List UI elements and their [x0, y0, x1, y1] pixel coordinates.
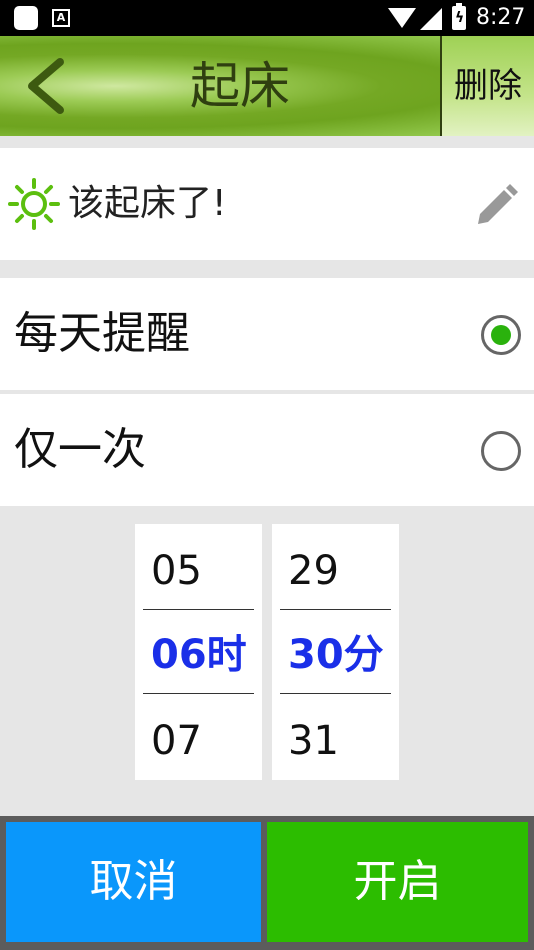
alarm-note-text: 该起床了!: [68, 183, 227, 224]
pencil-icon[interactable]: [474, 182, 520, 228]
delete-button[interactable]: 删除: [442, 36, 534, 136]
status-time: 8:27: [476, 5, 526, 30]
hour-next[interactable]: 07: [151, 716, 202, 766]
picker-divider: [280, 693, 391, 694]
battery-icon: ϟ: [452, 3, 466, 30]
minute-next[interactable]: 31: [288, 716, 339, 766]
wifi-icon: [388, 8, 416, 28]
a-icon: A: [52, 9, 70, 27]
repeat-option-label: 仅一次: [14, 424, 146, 475]
repeat-option-daily[interactable]: 每天提醒: [0, 278, 534, 390]
minute-prev[interactable]: 29: [288, 546, 339, 596]
chevron-left-icon: [28, 58, 64, 114]
back-button[interactable]: [10, 50, 80, 122]
repeat-option-label: 每天提醒: [14, 308, 190, 359]
hour-current[interactable]: 06时: [151, 630, 247, 680]
hour-prev[interactable]: 05: [151, 546, 202, 596]
app-notification-icon: [14, 6, 38, 30]
radio-button-daily[interactable]: [481, 315, 521, 355]
hour-picker[interactable]: 05 06时 07: [135, 524, 262, 780]
alarm-note-row[interactable]: 该起床了!: [0, 148, 534, 260]
enable-button[interactable]: 开启: [267, 822, 528, 942]
cancel-button[interactable]: 取消: [6, 822, 261, 942]
sun-icon: [8, 178, 60, 230]
radio-button-once[interactable]: [481, 431, 521, 471]
minute-current[interactable]: 30分: [288, 630, 384, 680]
picker-divider: [143, 609, 254, 610]
status-bar: A ϟ 8:27: [0, 0, 534, 36]
app-header: 起床 删除: [0, 36, 534, 136]
repeat-option-once[interactable]: 仅一次: [0, 394, 534, 506]
radio-selected-dot: [491, 325, 511, 345]
picker-divider: [143, 693, 254, 694]
picker-divider: [280, 609, 391, 610]
minute-picker[interactable]: 29 30分 31: [272, 524, 399, 780]
page-title: 起床: [190, 57, 290, 115]
signal-icon: [420, 8, 442, 30]
